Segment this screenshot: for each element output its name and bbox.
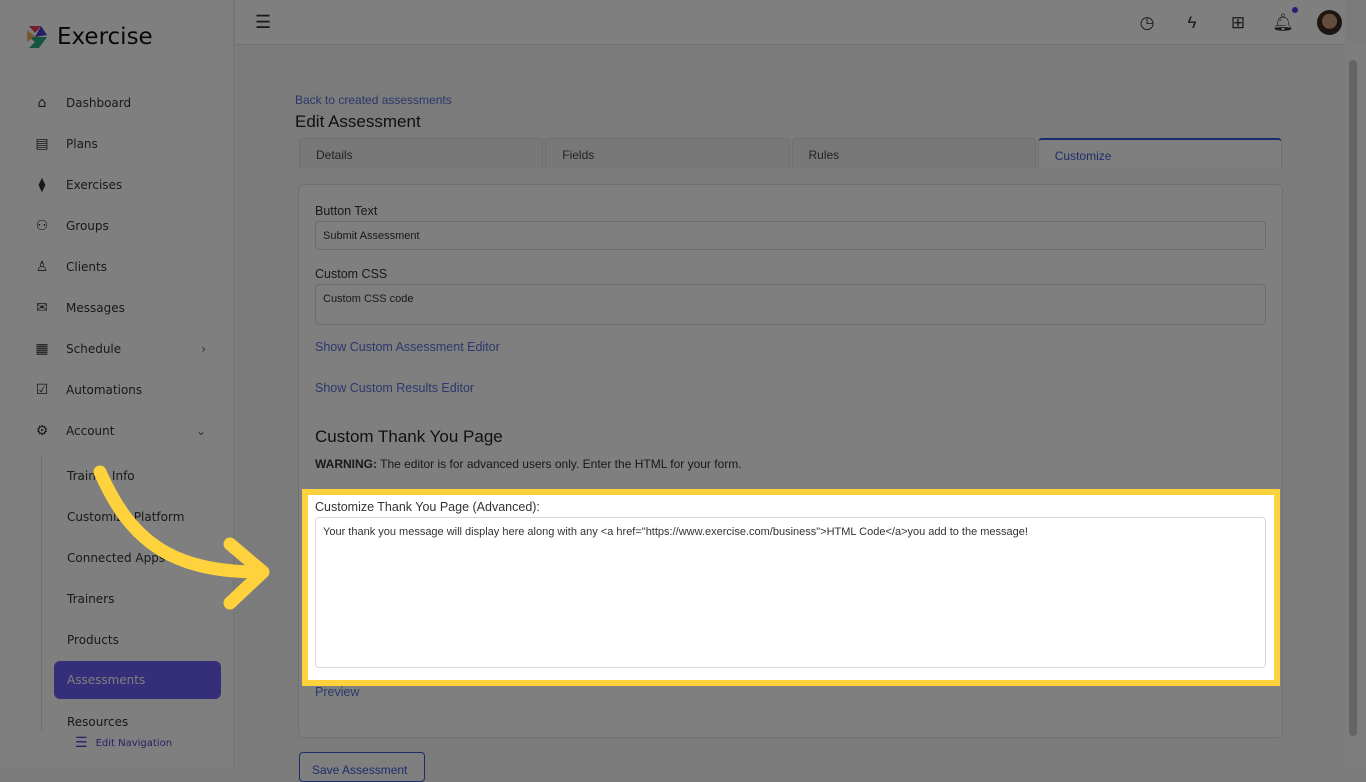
thank-you-heading: Custom Thank You Page [315,427,503,446]
gear-icon: ⚙ [35,422,49,439]
sidebar-item-exercises[interactable]: ⧫ Exercises [7,164,234,205]
chevron-right-icon: › [201,341,206,356]
logo[interactable]: Exercise [25,24,153,50]
button-text-label: Button Text [315,204,378,218]
preview-link[interactable]: Preview [315,685,359,699]
mail-icon: ✉ [36,299,48,316]
user-icon: ♙ [35,258,49,275]
show-assessment-editor-link[interactable]: Show Custom Assessment Editor [315,340,500,354]
app-name: Exercise [57,24,153,50]
sidebar-item-schedule[interactable]: ▦ Schedule › [7,328,234,369]
sidebar-item-trainers[interactable]: Trainers [42,578,226,619]
show-results-editor-link[interactable]: Show Custom Results Editor [315,381,474,395]
calendar-icon: ▦ [35,340,49,357]
thank-you-label: Customize Thank You Page (Advanced): [315,500,540,514]
sidebar-item-clients[interactable]: ♙ Clients [7,246,234,287]
warning-label: WARNING: [315,457,377,471]
dumbbell-icon: ⧫ [38,176,46,193]
save-assessment-button[interactable]: Save Assessment [299,752,425,782]
top-bar: ☰ [235,0,1345,45]
button-text-input[interactable]: Submit Assessment [315,221,1266,250]
tab-customize[interactable]: Customize [1037,138,1282,168]
clipboard-icon: ▤ [35,135,49,152]
warning-text: WARNING: The editor is for advanced user… [315,457,742,471]
sidebar-item-groups[interactable]: ⚇ Groups [7,205,234,246]
sidebar-item-customize-platform[interactable]: Customize Platform [42,496,226,537]
apps-icon[interactable]: ⊞ [1227,12,1249,34]
back-link[interactable]: Back to created assessments [295,93,452,107]
nav-label: Automations [66,382,143,397]
sidebar-item-connected-apps[interactable]: Connected Apps [42,537,226,578]
home-icon: ⌂ [37,94,47,111]
sidebar-item-trainer-info[interactable]: Trainer Info [42,455,226,496]
edit-navigation-link[interactable]: ☰ Edit Navigation [75,735,172,751]
avatar[interactable] [1317,10,1342,35]
warning-message: The editor is for advanced users only. E… [377,457,742,471]
sidebar-item-products[interactable]: Products [42,619,226,660]
sidebar-item-messages[interactable]: ✉ Messages [7,287,234,328]
nav-label: Clients [66,259,107,274]
checkbox-icon: ☑ [35,381,49,398]
scrollbar-thumb[interactable] [1349,60,1357,736]
logo-icon [27,26,47,48]
notification-dot [1292,7,1298,13]
thank-you-textarea[interactable]: Your thank you message will display here… [315,517,1266,668]
sidebar-item-dashboard[interactable]: ⌂ Dashboard [7,82,234,123]
tabs: Details Fields Rules Customize [299,138,1282,168]
edit-navigation-label: Edit Navigation [95,737,173,749]
nav-label: Account [66,423,115,438]
bell-icon[interactable]: 🔔︎ [1272,12,1294,34]
sidebar-item-assessments[interactable]: Assessments [54,661,221,699]
groups-icon: ⚇ [35,217,49,234]
sidebar-item-automations[interactable]: ☑ Automations [7,369,234,410]
nav-label: Exercises [66,177,123,192]
sidebar-item-plans[interactable]: ▤ Plans [7,123,234,164]
nav-label: Groups [66,218,109,233]
list-icon: ☰ [75,735,88,751]
bolt-icon[interactable]: ϟ [1181,12,1203,34]
page-title: Edit Assessment [295,112,421,131]
account-submenu: Trainer Info Customize Platform Connecte… [41,455,226,730]
nav-label: Messages [66,300,125,315]
nav-label: Dashboard [66,95,132,110]
hamburger-menu-icon[interactable]: ☰ [255,12,271,33]
nav-label: Schedule [66,341,122,356]
sidebar-item-account[interactable]: ⚙ Account ⌄ [7,410,234,451]
tab-rules[interactable]: Rules [791,138,1036,168]
nav-label: Plans [66,136,98,151]
left-edge [0,0,7,768]
chevron-down-icon: ⌄ [195,423,206,438]
tab-fields[interactable]: Fields [545,138,790,168]
custom-css-label: Custom CSS [315,267,388,281]
sidebar: Exercise ⌂ Dashboard ▤ Plans ⧫ Exercises ⚇ G… [7,0,234,768]
tab-details[interactable]: Details [299,138,544,168]
custom-css-textarea[interactable]: Custom CSS code [315,284,1266,325]
clock-icon[interactable]: ◷ [1136,12,1158,34]
